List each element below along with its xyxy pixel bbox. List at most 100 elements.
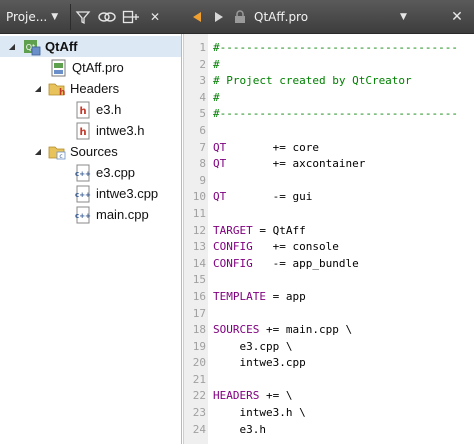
code-line[interactable]: 24 e3.h: [184, 422, 474, 439]
comment-text: #------------------------------------: [213, 41, 459, 54]
cpp-file-icon: c++: [74, 164, 92, 182]
headers-folder-icon: h: [48, 80, 66, 98]
code-line[interactable]: 16 TEMPLATE = app: [184, 289, 474, 306]
editor-toolbar: QtAff.pro ▼ ✕: [186, 0, 474, 34]
lock-indicator: [230, 4, 250, 30]
comment-text: #: [213, 90, 220, 104]
project-pane-toolbar: Proje... ▼ ✕: [0, 0, 182, 34]
tree-item-qtaff-pro[interactable]: QtAff.pro: [50, 57, 124, 78]
line-number: 20: [192, 356, 206, 370]
sources-folder-icon: c: [48, 143, 66, 161]
code-line[interactable]: 2 #: [184, 57, 474, 74]
project-view-selector[interactable]: Proje... ▼: [4, 4, 71, 30]
line-number: 15: [192, 273, 206, 287]
qmake-variable: CONFIG: [213, 256, 253, 270]
qt-project-icon: Qt: [23, 38, 41, 56]
lock-icon: [235, 10, 245, 23]
code-line[interactable]: 22 HEADERS += \: [184, 388, 474, 405]
code-line[interactable]: 10 QT -= gui: [184, 189, 474, 206]
code-text: intwe3.cpp: [213, 355, 305, 372]
qmake-value: = app: [265, 289, 306, 303]
header-file-icon: h: [74, 101, 92, 119]
forward-button[interactable]: [208, 4, 230, 30]
line-number: 19: [192, 339, 206, 353]
sync-link-button[interactable]: [95, 4, 119, 30]
open-file-title[interactable]: QtAff.pro: [254, 10, 394, 24]
code-text: #: [213, 57, 220, 74]
code-text: #: [213, 90, 220, 107]
filter-button[interactable]: [71, 4, 95, 30]
line-number: 11: [192, 206, 206, 220]
code-text: QT += axcontainer: [213, 156, 365, 173]
code-line[interactable]: 7 QT += core: [184, 140, 474, 157]
back-button[interactable]: [186, 4, 208, 30]
tree-item-intwe3-cpp[interactable]: c++ intwe3.cpp: [74, 183, 158, 204]
link-icon: [98, 12, 116, 22]
main-toolbar: Proje... ▼ ✕ QtAff.pro ▼ ✕: [0, 0, 474, 34]
qmake-value: -= app_bundle: [252, 256, 359, 270]
tree-item-label: e3.cpp: [96, 165, 136, 180]
header-file-icon: h: [74, 122, 92, 140]
code-line[interactable]: 21: [184, 372, 474, 389]
code-line[interactable]: 18 SOURCES += main.cpp \: [184, 322, 474, 339]
tree-item-sources[interactable]: ◢ c Sources: [33, 141, 118, 162]
plain-text: intwe3.h \: [213, 406, 306, 420]
code-line[interactable]: 5 #------------------------------------: [184, 106, 474, 123]
collapse-arrow-icon[interactable]: ◢: [7, 42, 17, 51]
split-button[interactable]: [119, 4, 143, 30]
line-number: 14: [192, 256, 206, 270]
line-number: 23: [192, 406, 206, 420]
code-line[interactable]: 12 TARGET = QtAff: [184, 223, 474, 240]
comment-text: # Project created by QtCreator: [213, 74, 412, 88]
line-number: 6: [199, 123, 206, 137]
code-line[interactable]: 11: [184, 206, 474, 223]
tree-item-main-cpp[interactable]: c++ main.cpp: [74, 204, 149, 225]
line-number: 17: [192, 306, 206, 320]
code-area[interactable]: 1 #------------------------------------ 2 #…: [184, 40, 474, 438]
code-text: HEADERS += \: [213, 388, 292, 405]
close-pane-button[interactable]: ✕: [143, 4, 167, 30]
code-text: CONFIG -= app_bundle: [213, 256, 359, 273]
code-line[interactable]: 17: [184, 306, 474, 323]
code-editor[interactable]: 1 #------------------------------------ 2 #…: [183, 34, 474, 444]
tree-item-headers[interactable]: ◢ h Headers: [33, 78, 119, 99]
code-line[interactable]: 13 CONFIG += console: [184, 239, 474, 256]
code-line[interactable]: 20 intwe3.cpp: [184, 355, 474, 372]
qmake-variable: QT: [213, 157, 227, 171]
code-line[interactable]: 14 CONFIG -= app_bundle: [184, 256, 474, 273]
code-line[interactable]: 6: [184, 123, 474, 140]
qmake-value: = QtAff: [252, 223, 306, 237]
collapse-arrow-icon[interactable]: ◢: [33, 84, 43, 93]
tree-item-e3-cpp[interactable]: c++ e3.cpp: [74, 162, 135, 183]
qmake-variable: TARGET: [213, 223, 253, 237]
code-line[interactable]: 8 QT += axcontainer: [184, 156, 474, 173]
tree-item-e3-h[interactable]: h e3.h: [74, 99, 121, 120]
qmake-variable: SOURCES: [213, 323, 260, 337]
cpp-file-icon: c++: [74, 206, 92, 224]
cpp-file-icon: c++: [74, 185, 92, 203]
code-line[interactable]: 19 e3.cpp \: [184, 339, 474, 356]
code-line[interactable]: 15: [184, 272, 474, 289]
code-line[interactable]: 9: [184, 173, 474, 190]
tree-item-label: intwe3.cpp: [96, 186, 159, 201]
line-number: 21: [192, 372, 206, 386]
line-number: 13: [192, 240, 206, 254]
tree-item-intwe3-h[interactable]: h intwe3.h: [74, 120, 144, 141]
code-text: TARGET = QtAff: [213, 223, 306, 240]
code-line[interactable]: 1 #------------------------------------: [184, 40, 474, 57]
tree-root-qtaff[interactable]: ◢ Qt QtAff: [0, 36, 181, 57]
close-editor-button[interactable]: ✕: [450, 9, 464, 25]
svg-text:h: h: [79, 127, 86, 138]
collapse-arrow-icon[interactable]: ◢: [33, 147, 43, 156]
chevron-down-icon[interactable]: ▼: [400, 12, 434, 22]
qmake-value: -= gui: [226, 190, 313, 204]
code-line[interactable]: 3 # Project created by QtCreator: [184, 73, 474, 90]
code-text: CONFIG += console: [213, 239, 339, 256]
svg-text:c++: c++: [75, 170, 91, 178]
code-line[interactable]: 23 intwe3.h \: [184, 405, 474, 422]
tree-item-label: QtAff.pro: [72, 60, 124, 75]
qmake-variable: QT: [213, 140, 227, 154]
arrow-left-icon: [193, 12, 201, 22]
code-line[interactable]: 4 #: [184, 90, 474, 107]
comment-text: #: [213, 57, 220, 71]
